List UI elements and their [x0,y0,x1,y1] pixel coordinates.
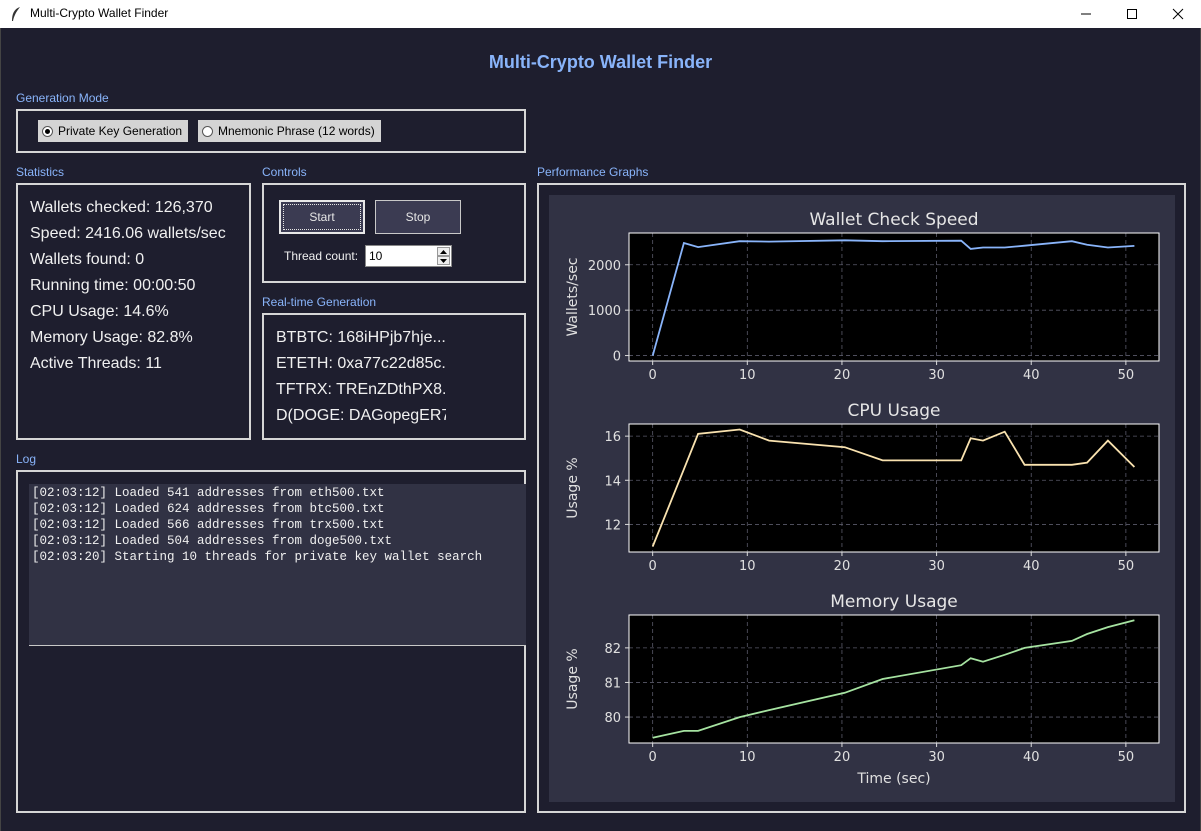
start-button[interactable]: Start [279,200,365,234]
log-line: [02:03:20] Starting 10 threads for priva… [32,550,483,564]
spin-down-button[interactable] [437,256,450,265]
x-tick-label: 0 [649,559,657,574]
y-tick-label: 14 [604,474,621,489]
window-title: Multi-Crypto Wallet Finder [30,6,169,20]
generation-mode-label: Generation Mode [16,91,109,105]
realtime-eth: ETETH: 0xa77c22d85c... [276,355,446,372]
plot-area [629,615,1159,743]
maximize-button[interactable] [1109,0,1155,28]
x-tick-label: 20 [834,559,851,574]
log-line: [02:03:12] Loaded 541 addresses from eth… [32,486,385,500]
x-tick-label: 0 [649,750,657,765]
title-bar: Multi-Crypto Wallet Finder [0,0,1201,28]
stat-active-threads: Active Threads: 11 [30,355,162,372]
statistics-label: Statistics [16,165,65,179]
minimize-button[interactable] [1063,0,1109,28]
x-tick-label: 30 [928,368,945,383]
x-tick-label: 20 [834,750,851,765]
performance-graphs-label: Performance Graphs [537,165,649,179]
minimize-icon [1081,13,1091,15]
x-tick-label: 50 [1118,750,1135,765]
radio-unselected-icon [202,125,213,137]
stop-button[interactable]: Stop [375,200,461,234]
x-tick-label: 0 [649,368,657,383]
plot-area [629,233,1159,361]
log-label: Log [16,452,37,466]
chart-title: CPU Usage [848,401,941,421]
close-button[interactable] [1155,0,1201,28]
close-icon [1172,8,1184,20]
arrow-down-icon [440,258,447,263]
y-tick-label: 12 [604,518,621,533]
x-tick-label: 40 [1023,750,1040,765]
page-title: Multi-Crypto Wallet Finder [488,52,713,72]
x-tick-label: 10 [739,750,756,765]
y-axis-label: Usage % [565,648,581,709]
y-axis-label: Wallets/sec [565,257,581,336]
x-tick-label: 10 [739,559,756,574]
radio-mnemonic[interactable]: Mnemonic Phrase (12 words) [198,120,381,142]
realtime-btc: BTBTC: 168iHPjb7hje... [276,329,446,346]
x-tick-label: 40 [1023,559,1040,574]
plot-area [629,424,1159,552]
realtime-trx: TFTRX: TREnZDthPX8... [276,381,446,398]
radio-mnemonic-label: Mnemonic Phrase (12 words) [218,124,375,138]
x-tick-label: 50 [1118,368,1135,383]
spin-up-button[interactable] [437,247,450,256]
thread-count-value: 10 [369,249,383,263]
y-tick-label: 82 [604,642,621,657]
chart-2: 0 10 20 30 40 50 12 14 16 CPU Usage Usage % [565,401,1160,574]
y-tick-label: 80 [604,711,621,726]
radio-private-key-label: Private Key Generation [58,124,183,138]
radio-selected-icon [42,125,53,137]
log-line: [02:03:12] Loaded 624 addresses from btc… [32,502,385,516]
thread-count-spinbox[interactable]: 10 [365,245,452,267]
y-tick-label: 16 [604,430,621,445]
realtime-doge: D(DOGE: DAGopegER7... [276,407,446,424]
log-line: [02:03:12] Loaded 504 addresses from dog… [32,534,393,548]
stat-memory-usage: Memory Usage: 82.8% [30,329,193,346]
controls-label: Controls [262,165,307,179]
feather-icon [12,7,20,21]
y-tick-label: 0 [613,350,621,365]
x-tick-label: 40 [1023,368,1040,383]
radio-private-key[interactable]: Private Key Generation [38,120,189,142]
thread-count-label: Thread count: [284,249,359,263]
maximize-icon [1127,9,1137,19]
log-line: [02:03:12] Loaded 566 addresses from trx… [32,518,385,532]
y-tick-label: 1000 [588,304,621,319]
y-axis-label: Usage % [565,457,581,518]
chart-1: 0 10 20 30 40 50 0 1000 2000 Wallet Check Speed Wa… [565,210,1160,383]
stat-running-time: Running time: 00:00:50 [30,277,196,294]
x-tick-label: 10 [739,368,756,383]
log-textarea[interactable]: [02:03:12] Loaded 541 addresses from eth… [29,484,526,646]
realtime-list: BTBTC: 168iHPjb7hje... ETETH: 0xa77c22d8… [264,316,524,438]
x-tick-label: 50 [1118,559,1135,574]
arrow-up-icon [440,249,447,254]
stat-wallets-found: Wallets found: 0 [30,251,145,268]
chart-title: Memory Usage [830,592,958,612]
x-tick-label: 30 [928,750,945,765]
x-axis-label: Time (sec) [856,771,930,787]
y-tick-label: 81 [604,676,621,691]
stat-wallets-checked: Wallets checked: 126,370 [30,199,213,216]
stat-speed: Speed: 2416.06 wallets/sec [30,225,226,242]
chart-3: 0 10 20 30 40 50 80 81 82 Memory Usage Usage % Time… [565,592,1160,787]
stat-cpu-usage: CPU Usage: 14.6% [30,303,169,320]
x-tick-label: 20 [834,368,851,383]
graph-panel: 0 10 20 30 40 50 0 1000 2000 Wallet Check Speed Wa… [549,195,1175,802]
y-tick-label: 2000 [588,259,621,274]
chart-title: Wallet Check Speed [809,210,978,230]
performance-graphs-canvas: 0 10 20 30 40 50010002000Wallet Check SpeedWa… [565,210,1160,787]
x-tick-label: 30 [928,559,945,574]
realtime-label: Real-time Generation [262,295,377,309]
